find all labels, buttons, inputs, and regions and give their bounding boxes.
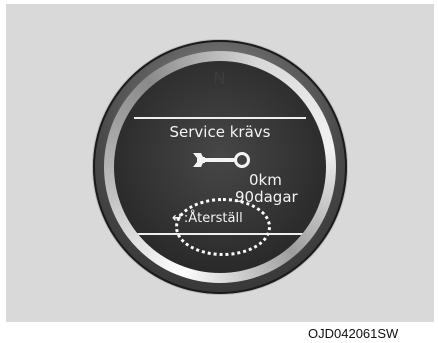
top-divider [134, 117, 306, 119]
image-code-caption: OJD042061SW [308, 326, 399, 341]
remaining-distance: 0km [249, 171, 282, 189]
highlight-circle [175, 198, 271, 256]
compass-letter: N [213, 69, 226, 89]
service-required-title: Service krävs [169, 123, 271, 141]
wrench-icon [193, 152, 250, 168]
screenshot-canvas: N Service krävs 0km 90dagar ↵:Återställ … [0, 0, 438, 343]
